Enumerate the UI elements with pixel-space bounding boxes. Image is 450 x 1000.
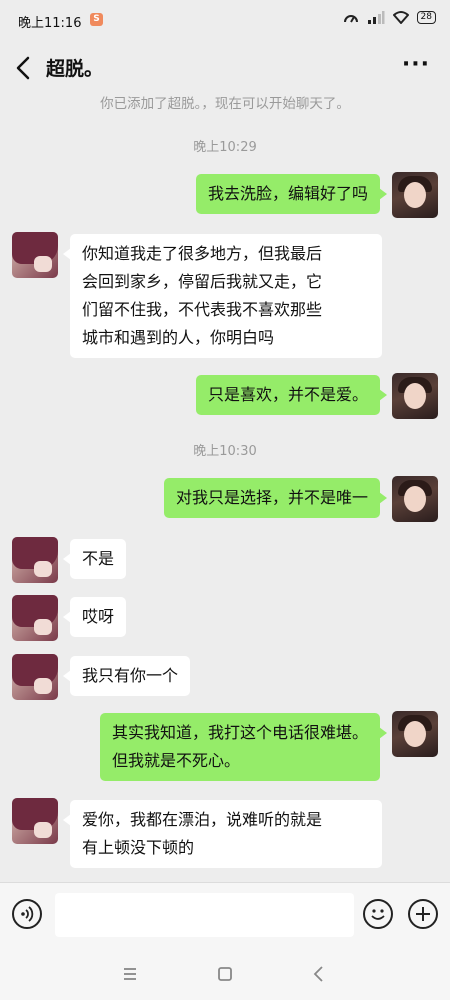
emoji-icon[interactable] [363,899,393,929]
contact-avatar[interactable] [12,537,58,583]
voice-icon[interactable] [12,899,42,929]
status-time: 晚上11:16 [18,16,82,31]
more-dots-icon[interactable]: ··· [402,52,430,77]
my-avatar[interactable] [392,711,438,757]
wifi-icon [392,11,409,24]
message-bubble-received[interactable]: 我只有你一个 [62,656,191,696]
message-bubble-sent[interactable]: 我去洗脸，编辑好了吗 [195,174,388,214]
message-bubble-received[interactable]: 爱你，我都在漂泊，说难听的就是 有上顿没下顿的 [63,800,382,868]
battery-level: 28 [416,10,436,24]
message-bubble-received[interactable]: 不是 [62,539,127,579]
app-notification-icon: S [90,13,103,26]
chevron-left-icon[interactable] [12,54,36,82]
message-bubble-received[interactable]: 你知道我走了很多地方，但我最后 会回到家乡，停留后我就又走，它 们留不住我，不代… [63,234,382,358]
system-notice: 你已添加了超脱。，现在可以开始聊天了。 [100,96,350,112]
signal-icon [367,11,385,24]
my-avatar[interactable] [392,172,438,218]
menu-icon[interactable] [118,962,142,986]
contact-avatar[interactable] [12,232,58,278]
plus-icon[interactable] [408,899,438,929]
message-input[interactable] [55,893,354,937]
back-triangle-icon[interactable] [307,962,331,986]
message-bubble-sent[interactable]: 对我只是选择，并不是唯一 [163,478,388,518]
message-bubble-sent[interactable]: 其实我知道，我打这个电话很难堪。 但我就是不死心。 [99,713,388,781]
chat-header: 超脱。 ··· [0,40,450,96]
timestamp: 晚上10:29 [193,140,257,155]
contact-avatar[interactable] [12,798,58,844]
message-bubble-sent[interactable]: 只是喜欢，并不是爱。 [195,375,388,415]
input-bar [0,882,450,949]
speed-icon [343,15,358,23]
my-avatar[interactable] [392,373,438,419]
timestamp: 晚上10:30 [193,444,257,459]
status-icons: 28 [343,10,436,24]
system-navigation-bar [0,948,450,1000]
status-bar: 晚上11:16 S 28 [0,0,450,40]
message-bubble-received[interactable]: 哎呀 [62,597,127,637]
contact-avatar[interactable] [12,595,58,641]
chat-title: 超脱。 [46,58,104,80]
contact-avatar[interactable] [12,654,58,700]
my-avatar[interactable] [392,476,438,522]
home-icon[interactable] [213,962,237,986]
